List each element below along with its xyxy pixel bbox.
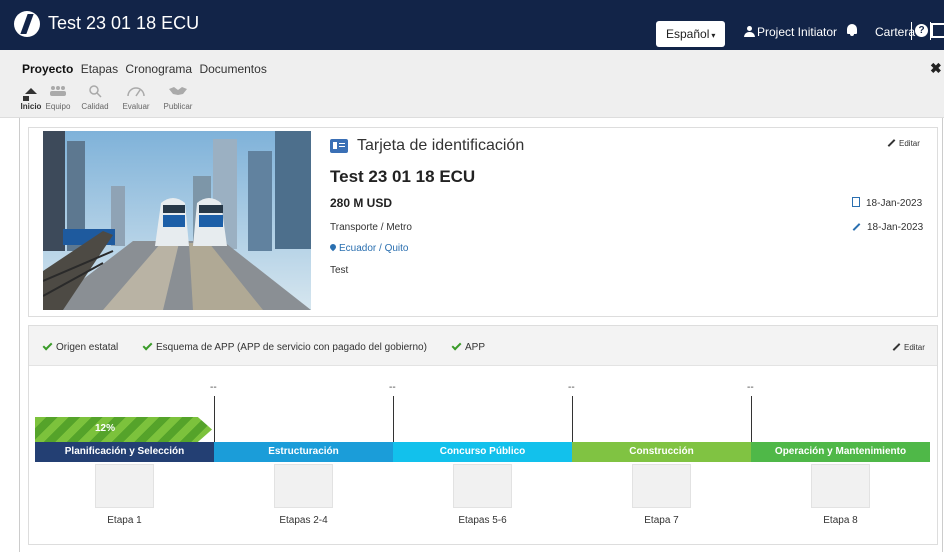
milestone-marker: -- (568, 382, 575, 393)
app-title: Test 23 01 18 ECU (48, 13, 200, 33)
edit-label: Editar (904, 343, 925, 352)
bell-icon[interactable] (846, 24, 858, 36)
subnav-label: Evaluar (122, 102, 150, 111)
stage-bar[interactable]: Construcción (572, 442, 751, 462)
tab-bar: Proyecto Etapas Cronograma Documentos (22, 62, 271, 76)
stage-bar[interactable]: Operación y Mantenimiento (751, 442, 930, 462)
top-bar: Test 23 01 18 ECU Español ▾ Project Initi… (0, 0, 944, 50)
milestone-line (393, 396, 394, 442)
project-amount: 280 M USD (330, 196, 393, 210)
attribute-item: Origen estatal (42, 340, 119, 353)
help-icon[interactable]: ? (915, 24, 928, 37)
portfolio-link[interactable]: Cartera (875, 25, 915, 39)
exit-icon[interactable] (931, 23, 944, 38)
milestone-marker: -- (389, 382, 396, 393)
subnav-label: Calidad (81, 102, 109, 111)
tab-cronograma[interactable]: Cronograma (125, 62, 192, 76)
check-icon (451, 340, 462, 351)
stage-placeholder (94, 464, 154, 508)
stage-bar[interactable]: Estructuración (214, 442, 393, 462)
handshake-icon (158, 82, 198, 100)
progress-percent: 12% (95, 423, 116, 434)
subnav-label: Publicar (163, 102, 193, 111)
stage-label: Etapa 7 (644, 515, 679, 526)
stage-label: Etapa 8 (823, 515, 858, 526)
close-icon[interactable]: ✖ (930, 60, 942, 77)
project-sector: Transporte / Metro (330, 222, 412, 233)
tab-proyecto[interactable]: Proyecto (22, 62, 73, 76)
edit-label: Editar (899, 139, 920, 148)
app-logo-icon[interactable] (14, 11, 40, 37)
check-icon (42, 340, 53, 351)
attribute-item: Esquema de APP (APP de servicio con paga… (142, 340, 427, 353)
milestone-marker: -- (747, 382, 754, 393)
stage-placeholder (810, 464, 870, 508)
id-card-icon (330, 139, 348, 153)
pencil-icon (852, 223, 861, 231)
stage-placeholder (631, 464, 691, 508)
user-icon (744, 26, 755, 37)
language-dropdown[interactable]: Español ▾ (656, 21, 725, 47)
project-name: Test 23 01 18 ECU (330, 167, 476, 186)
user-name: Project Initiator (757, 25, 838, 39)
stage-label: Etapa 1 (107, 515, 142, 526)
pencil-icon (887, 139, 896, 147)
magnifier-icon (76, 82, 114, 100)
caret-down-icon: ▾ (711, 31, 716, 40)
user-menu[interactable]: Project Initiator (744, 25, 837, 39)
created-date: 18-Jan-2023 (852, 197, 922, 209)
subnav-calidad[interactable]: Calidad (76, 82, 114, 111)
tab-documentos[interactable]: Documentos (199, 62, 266, 76)
attribute-text: Esquema de APP (APP de servicio con paga… (156, 342, 427, 353)
stage-label: Etapas 2-4 (279, 515, 328, 526)
milestone-marker: -- (210, 382, 217, 393)
home-icon (20, 82, 42, 101)
tab-etapas[interactable]: Etapas (81, 62, 118, 76)
subnav-label: Inicio (20, 102, 42, 111)
document-icon (852, 197, 860, 207)
milestone-line (751, 396, 752, 442)
edit-attributes-button[interactable]: Editar (892, 343, 925, 352)
edit-id-card-button[interactable]: Editar (887, 139, 920, 148)
project-nav: Proyecto Etapas Cronograma Documentos ✖ … (0, 50, 944, 118)
modified-date-text: 18-Jan-2023 (867, 222, 924, 233)
separator (911, 22, 912, 40)
project-description: Test (330, 265, 349, 276)
stage-bar[interactable]: Concurso Público (393, 442, 572, 462)
attribute-item: APP (451, 340, 486, 353)
stage-placeholder (452, 464, 512, 508)
modified-date: 18-Jan-2023 (852, 222, 923, 233)
milestone-line (572, 396, 573, 442)
map-pin-icon (328, 242, 338, 252)
stage-label: Etapas 5-6 (458, 515, 507, 526)
project-location: Ecuador / Quito (328, 242, 409, 254)
attribute-text: APP (465, 342, 486, 353)
attribute-text: Origen estatal (56, 342, 119, 353)
subnav-equipo[interactable]: Equipo (44, 82, 72, 111)
team-icon (44, 82, 72, 100)
subnav-label: Equipo (45, 102, 71, 111)
location-text: Ecuador / Quito (339, 243, 409, 254)
stage-placeholder (273, 464, 333, 508)
check-icon (142, 340, 153, 351)
created-date-text: 18-Jan-2023 (866, 198, 923, 209)
milestone-line (214, 396, 215, 442)
gauge-icon (116, 82, 156, 100)
subnav-inicio[interactable]: Inicio (20, 82, 42, 111)
subnav-publicar[interactable]: Publicar (158, 82, 198, 111)
language-label: Español (666, 27, 710, 41)
subnav-evaluar[interactable]: Evaluar (116, 82, 156, 111)
project-photo (43, 131, 311, 310)
pencil-icon (892, 343, 901, 351)
stage-bar[interactable]: Planificación y Selección (35, 442, 214, 462)
progress-bar (35, 417, 212, 442)
card-title: Tarjeta de identificación (357, 137, 525, 154)
